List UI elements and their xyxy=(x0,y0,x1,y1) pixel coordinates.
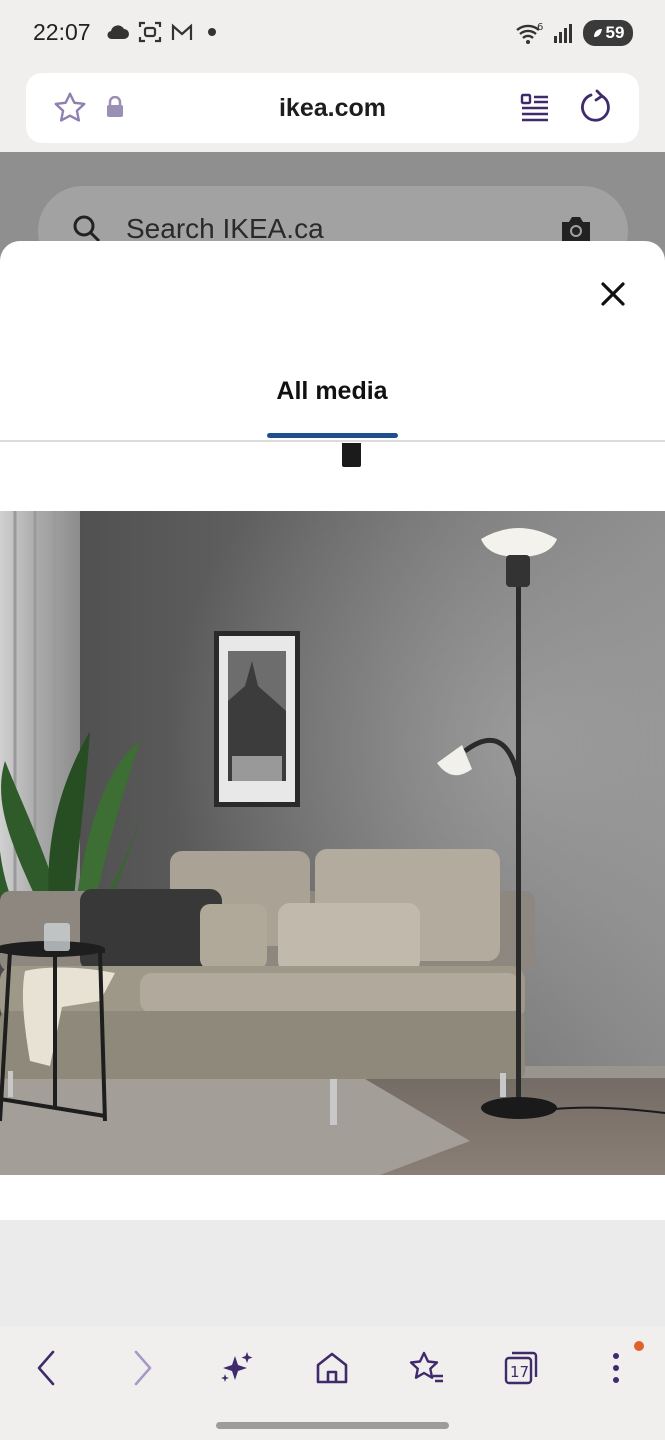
wifi-badge: 6 xyxy=(537,22,543,33)
battery-saver-icon xyxy=(593,29,602,37)
home-icon xyxy=(316,1352,348,1384)
bookmarks-icon xyxy=(409,1351,443,1383)
reader-mode-icon[interactable] xyxy=(520,92,550,122)
face-scan-icon xyxy=(138,21,162,43)
signal-icon xyxy=(554,24,572,43)
notification-dot xyxy=(634,1341,644,1351)
back-icon xyxy=(37,1350,55,1386)
url-bar[interactable]: ikea.com xyxy=(26,73,639,143)
search-icon xyxy=(73,215,101,243)
lock-icon xyxy=(107,96,123,117)
living-room-illustration xyxy=(0,511,665,1175)
home-button[interactable] xyxy=(302,1344,362,1392)
battery-indicator: 59 xyxy=(583,20,633,46)
wifi-icon: 6 xyxy=(516,22,543,44)
more-menu-icon xyxy=(613,1353,619,1383)
cloud-icon xyxy=(107,25,129,40)
bookmarks-button[interactable] xyxy=(396,1344,456,1392)
tab-label: All media xyxy=(276,377,388,405)
star-outline-icon[interactable] xyxy=(52,90,88,126)
battery-level: 59 xyxy=(605,23,625,42)
tabs-icon: 17 xyxy=(504,1351,538,1385)
tab-all-media[interactable]: All media xyxy=(252,361,412,441)
status-bar: 22:07 6 59 xyxy=(0,0,665,66)
tab-count: 17 xyxy=(510,1363,529,1381)
forward-button[interactable] xyxy=(113,1344,173,1392)
bottom-toolbar: 17 xyxy=(0,1326,665,1440)
home-indicator[interactable] xyxy=(216,1422,449,1429)
media-image[interactable] xyxy=(0,511,665,1175)
forward-icon xyxy=(134,1350,152,1386)
more-menu-button[interactable] xyxy=(586,1344,646,1392)
ai-assistant-button[interactable] xyxy=(207,1344,267,1392)
dot-icon xyxy=(208,28,216,36)
camera-icon[interactable] xyxy=(558,214,594,244)
gmail-icon xyxy=(171,23,193,40)
ai-sparkle-icon xyxy=(221,1352,253,1382)
close-icon[interactable] xyxy=(596,277,630,311)
status-time: 22:07 xyxy=(33,19,91,45)
thumbnail-strip-item[interactable] xyxy=(342,443,361,467)
tabs-button[interactable]: 17 xyxy=(491,1344,551,1392)
tab-divider xyxy=(0,440,665,442)
reload-icon[interactable] xyxy=(578,89,614,125)
back-button[interactable] xyxy=(16,1344,76,1392)
media-modal: All media xyxy=(0,241,665,1326)
next-media-item[interactable] xyxy=(0,1220,665,1326)
tab-active-indicator xyxy=(267,433,398,438)
